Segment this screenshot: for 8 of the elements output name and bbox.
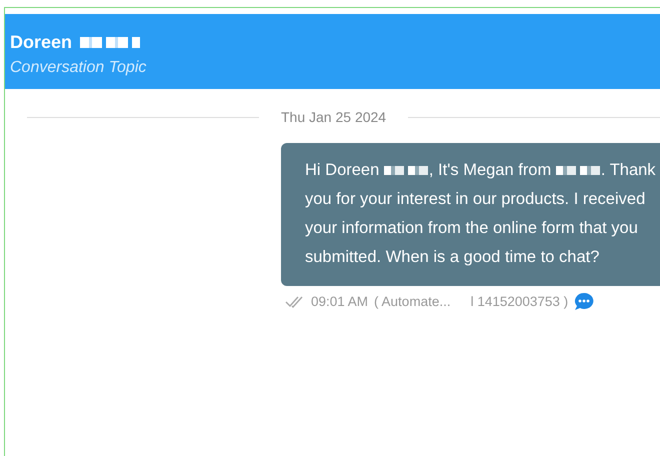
message-source: ( Automate...	[374, 294, 451, 309]
chat-bubble-icon[interactable]	[574, 292, 594, 311]
phone-number: l 14152003753 )	[470, 294, 568, 309]
message-text: Hi Doreen , It's Megan from . Thank you for your interest in our products. I received your information from the online form that you submitted. When is a good time to chat?	[305, 160, 657, 268]
date-label: Thu Jan 25 2024	[281, 109, 386, 125]
conversation-topic: Conversation Topic	[10, 59, 146, 77]
contact-name: Doreen	[10, 32, 140, 53]
message-time: 09:01 AM	[311, 294, 368, 309]
